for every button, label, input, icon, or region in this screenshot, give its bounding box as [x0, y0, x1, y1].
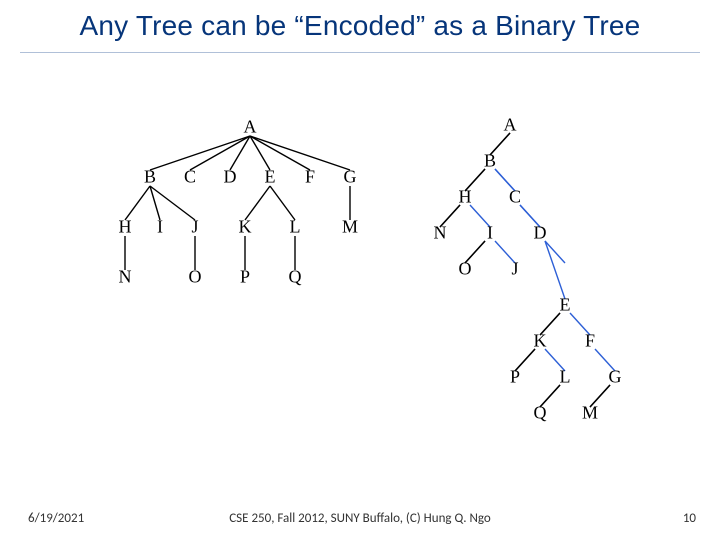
gt-node-M: M [342, 217, 358, 238]
bt-node-P: P [510, 367, 520, 388]
gt-node-D: D [224, 167, 237, 188]
title-underline [20, 52, 700, 53]
gt-node-F: F [305, 167, 315, 188]
gt-node-G: G [344, 167, 357, 188]
gt-node-E: E [265, 167, 276, 188]
bt-node-Q: Q [534, 403, 547, 424]
bt-node-F: F [585, 331, 595, 352]
gt-node-N: N [119, 267, 132, 288]
gt-node-K: K [239, 217, 252, 238]
gt-node-H: H [119, 217, 132, 238]
general-tree: A B C D E F G H I J K L M N O P Q [115, 115, 385, 335]
binary-tree: A B H C N I D O J E K F P L G Q M [415, 115, 650, 435]
footer-page: 10 [683, 511, 696, 526]
bt-node-I: I [487, 223, 493, 244]
gt-node-Q: Q [289, 267, 302, 288]
bt-node-D: D [534, 223, 547, 244]
bt-node-E: E [560, 295, 571, 316]
bt-node-J: J [511, 259, 518, 280]
gt-node-B: B [144, 167, 156, 188]
bt-node-O: O [459, 259, 472, 280]
bt-node-L: L [560, 367, 571, 388]
gt-node-O: O [189, 267, 202, 288]
gt-node-A: A [244, 117, 257, 138]
gt-node-I: I [157, 217, 163, 238]
bt-node-H: H [459, 187, 472, 208]
bt-node-K: K [534, 331, 547, 352]
slide-title: Any Tree can be “Encoded” as a Binary Tr… [0, 10, 720, 42]
bt-node-M: M [582, 403, 598, 424]
gt-node-J: J [191, 217, 198, 238]
gt-node-P: P [240, 267, 250, 288]
gt-node-L: L [290, 217, 301, 238]
bt-node-B: B [484, 151, 496, 172]
bt-node-G: G [609, 367, 622, 388]
bt-node-N: N [434, 223, 447, 244]
footer-center: CSE 250, Fall 2012, SUNY Buffalo, (C) Hu… [0, 511, 720, 526]
gt-node-C: C [184, 167, 196, 188]
bt-node-A: A [504, 115, 517, 136]
bt-node-C: C [509, 187, 521, 208]
